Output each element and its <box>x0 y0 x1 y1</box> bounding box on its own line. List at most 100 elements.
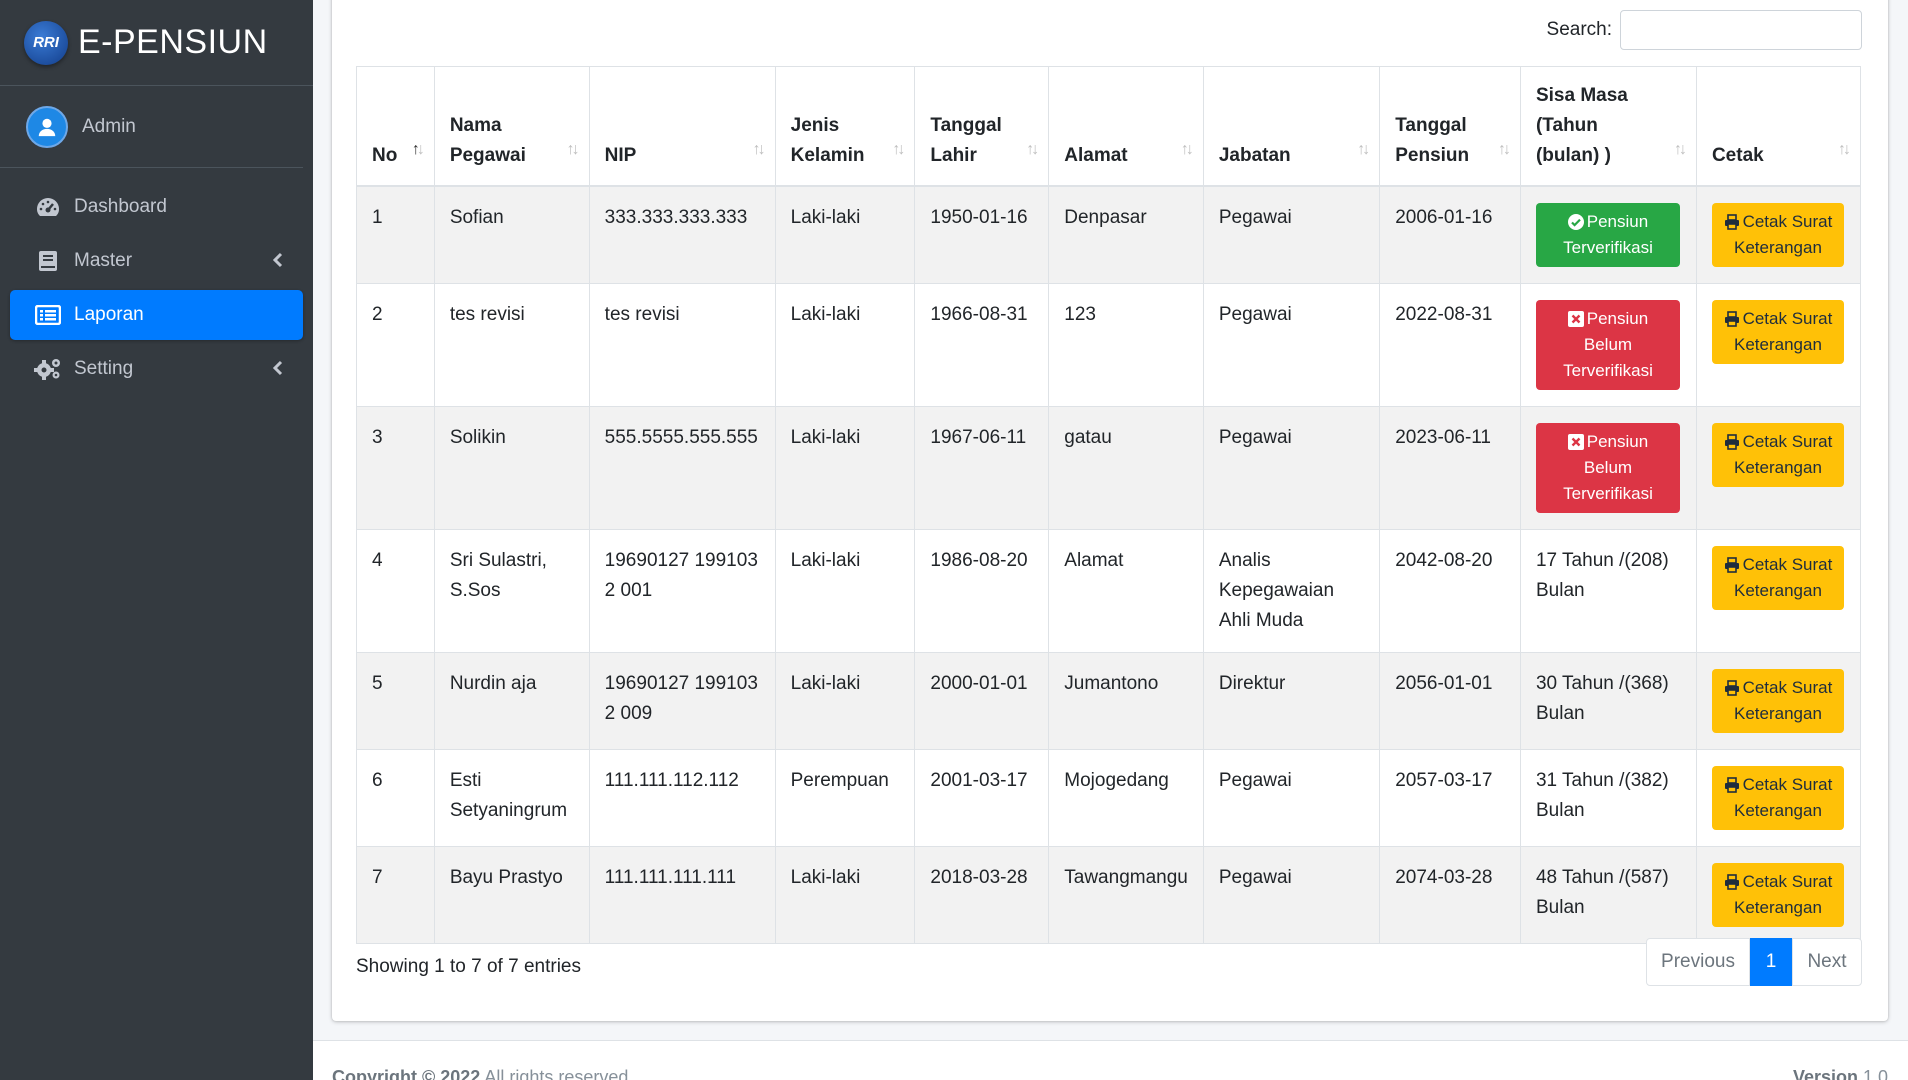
column-header[interactable]: Cetak ↑↓ <box>1695 66 1862 187</box>
print-cell: Cetak Surat Keterangan <box>1695 749 1862 847</box>
employee-name: tes revisi <box>433 283 590 407</box>
gender: Laki-laki <box>774 283 916 407</box>
print-letter-button[interactable]: Cetak Surat Keterangan <box>1711 423 1844 487</box>
sidebar-item-label: Dashboard <box>74 196 167 217</box>
next-page-button[interactable]: Next <box>1792 938 1862 986</box>
print-button-line: Cetak Surat <box>1724 675 1832 701</box>
print-button-line: Keterangan <box>1734 332 1822 358</box>
sidebar-item-label: Laporan <box>74 304 144 325</box>
remaining-period-line: 17 Tahun /(208) <box>1535 550 1669 571</box>
print-cell: Cetak Surat Keterangan <box>1695 652 1862 750</box>
page-1-button[interactable]: 1 <box>1750 938 1792 986</box>
sidebar-item-master[interactable]: Master <box>10 236 303 286</box>
print-icon <box>1724 434 1743 450</box>
remaining-period: 30 Tahun /(368) Bulan <box>1519 652 1697 750</box>
table-row: 5 Nurdin aja 19690127 199103 2 009 Laki-lak… <box>356 652 1862 750</box>
employee-name: Esti Setyaningrum <box>433 749 590 847</box>
employee-nip: 19690127 199103 2 009 <box>588 652 776 750</box>
sort-icon: ↑↓ <box>1357 141 1370 158</box>
table-search: Search: <box>1547 10 1862 50</box>
footer-version: Version 1.0 <box>1793 1067 1888 1080</box>
column-header-label: Tanggal <box>1395 115 1467 136</box>
print-button-text: Cetak Surat <box>1742 872 1833 891</box>
report-card: Search: No ↑↓ Nama Pegawai ↑↓ NIP ↑↓ Jenis Kelam… <box>332 0 1888 1021</box>
position: Pegawai <box>1202 283 1381 407</box>
gender: Perempuan <box>774 749 916 847</box>
print-letter-button[interactable]: Cetak Surat Keterangan <box>1711 203 1844 267</box>
column-header-label: Tanggal <box>930 115 1002 136</box>
status-unverified-badge[interactable]: Pensiun Belum Terverifikasi <box>1535 423 1680 513</box>
print-button-line: Keterangan <box>1734 701 1822 727</box>
column-header[interactable]: Jabatan ↑↓ <box>1202 66 1381 187</box>
print-button-line: Keterangan <box>1734 578 1822 604</box>
print-button-text: Cetak Surat <box>1742 775 1833 794</box>
status-badge-text: Pensiun <box>1586 309 1649 328</box>
address: Denpasar <box>1048 185 1204 284</box>
print-letter-button[interactable]: Cetak Surat Keterangan <box>1711 863 1844 927</box>
print-cell: Cetak Surat Keterangan <box>1695 529 1862 653</box>
employee-name: Solikin <box>433 406 590 530</box>
print-button-line: Keterangan <box>1734 895 1822 921</box>
column-header-label: Sisa Masa <box>1535 85 1628 106</box>
employee-name: Sofian <box>433 185 590 284</box>
sidebar-item-setting[interactable]: Setting <box>10 344 303 394</box>
row-number: 5 <box>356 652 435 750</box>
sidebar-item-dashboard[interactable]: Dashboard <box>10 182 303 232</box>
sidebar-item-label: Master <box>74 250 133 271</box>
search-input[interactable] <box>1620 10 1862 50</box>
brand-link[interactable]: RRI E-PENSIUN <box>0 0 313 86</box>
print-cell: Cetak Surat Keterangan <box>1695 846 1862 944</box>
table-info: Showing 1 to 7 of 7 entries <box>356 956 581 977</box>
print-button-text: Keterangan <box>1734 335 1822 354</box>
previous-page-button[interactable]: Previous <box>1646 938 1750 986</box>
print-button-line: Cetak Surat <box>1724 772 1833 798</box>
sidebar-nav: Dashboard Master Laporan Setting <box>0 168 313 394</box>
status-unverified-badge[interactable]: Pensiun Belum Terverifikasi <box>1535 300 1680 390</box>
gender: Laki-laki <box>774 846 916 944</box>
print-letter-button[interactable]: Cetak Surat Keterangan <box>1711 300 1844 364</box>
birth-date: 1950-01-16 <box>914 185 1050 284</box>
print-cell: Cetak Surat Keterangan <box>1695 185 1862 284</box>
sidebar: RRI E-PENSIUN Admin Dashboard Master Lap… <box>0 0 313 1080</box>
print-letter-button[interactable]: Cetak Surat Keterangan <box>1711 766 1844 830</box>
print-letter-button[interactable]: Cetak Surat Keterangan <box>1711 669 1844 733</box>
pension-date: 2006-01-16 <box>1379 185 1521 284</box>
column-header[interactable]: NIP ↑↓ <box>588 66 776 187</box>
print-letter-button[interactable]: Cetak Surat Keterangan <box>1711 546 1844 610</box>
row-number: 3 <box>356 406 435 530</box>
table-row: 4 Sri Sulastri, S.Sos 19690127 199103 2 00… <box>356 529 1862 653</box>
print-button-text: Keterangan <box>1734 458 1822 477</box>
pension-report-table: No ↑↓ Nama Pegawai ↑↓ NIP ↑↓ Jenis Kelamin ↑↓ Tang… <box>356 66 1862 944</box>
sort-icon: ↑↓ <box>1838 141 1851 158</box>
status-badge-line: Terverifikasi <box>1563 235 1653 261</box>
address: gatau <box>1048 406 1204 530</box>
print-button-text: Keterangan <box>1734 898 1822 917</box>
column-header[interactable]: Nama Pegawai ↑↓ <box>433 66 590 187</box>
cogs-icon <box>34 357 62 381</box>
column-header[interactable]: No ↑↓ <box>356 66 435 187</box>
print-button-line: Cetak Surat <box>1724 869 1833 895</box>
table-body: 1 Sofian 333.333.333.333 Laki-laki 1950-01-1… <box>356 185 1862 944</box>
print-button-line: Keterangan <box>1734 235 1822 261</box>
table-row: 2 tes revisi tes revisi Laki-laki 1966-08-31… <box>356 283 1862 407</box>
sidebar-item-laporan[interactable]: Laporan <box>10 290 303 340</box>
print-button-text: Cetak Surat <box>1742 432 1833 451</box>
column-header-label: Lahir <box>930 145 977 166</box>
row-number: 7 <box>356 846 435 944</box>
sort-icon: ↑↓ <box>1497 141 1511 158</box>
print-button-text: Cetak Surat <box>1742 309 1833 328</box>
user-panel[interactable]: Admin <box>0 86 303 168</box>
sort-icon: ↑↓ <box>1673 141 1687 158</box>
status-verified-badge[interactable]: Pensiun Terverifikasi <box>1535 203 1680 267</box>
column-header[interactable]: Jenis Kelamin ↑↓ <box>774 66 916 187</box>
print-icon <box>1724 874 1743 890</box>
address: Alamat <box>1048 529 1204 653</box>
column-header-label: Jenis <box>790 115 840 136</box>
column-header[interactable]: Tanggal Lahir ↑↓ <box>914 66 1050 187</box>
column-header[interactable]: Tanggal Pensiun ↑↓ <box>1379 66 1521 187</box>
remaining-period-line: 30 Tahun /(368) <box>1535 673 1669 694</box>
column-header[interactable]: Sisa Masa (Tahun (bulan) ) ↑↓ <box>1519 66 1697 187</box>
column-header[interactable]: Alamat ↑↓ <box>1048 66 1204 187</box>
print-button-text: Keterangan <box>1734 581 1822 600</box>
row-number: 1 <box>356 185 435 284</box>
